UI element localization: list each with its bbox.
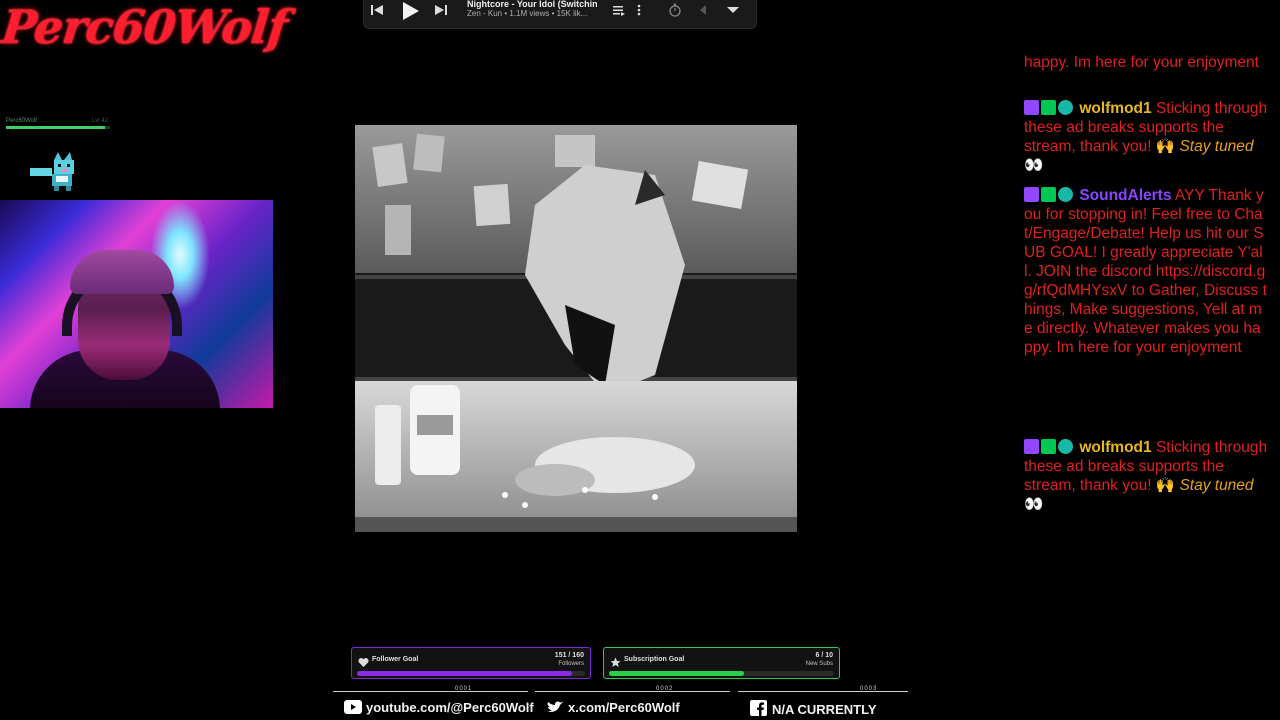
chat-panel: happy. Im here for your enjoyment wolfmo… — [1024, 55, 1269, 535]
eyes-emoji: 👀 — [1024, 496, 1044, 513]
twitch-badge-icon — [1024, 439, 1039, 454]
heart-icon — [358, 655, 369, 667]
facebook-icon — [750, 700, 768, 716]
mini-status-fill — [6, 126, 105, 129]
bot-badge-icon — [1058, 100, 1073, 115]
pixel-wolf-icon — [28, 150, 76, 192]
chat-emote: Stay tuned — [1179, 477, 1254, 494]
subscription-goal-track — [609, 671, 834, 676]
mini-status-level: Lvl 42 — [92, 118, 109, 124]
facebook-link[interactable]: N/A CURRENTLY — [750, 700, 877, 717]
chat-message-text: happy. Im here for your enjoyment — [1024, 55, 1259, 71]
follower-goal-title: Follower Goal — [372, 656, 419, 663]
eyes-emoji: 👀 — [1024, 157, 1044, 174]
twitch-badge-icon — [1024, 100, 1039, 115]
twitter-link[interactable]: x.com/Perc60Wolf — [546, 700, 680, 715]
chat-message: wolfmod1 Sticking through these ad break… — [1024, 99, 1269, 175]
subscription-goal-unit: New Subs — [805, 661, 833, 667]
subscription-goal-fill — [609, 671, 744, 676]
webcam-feed — [0, 200, 273, 408]
subscription-goal-count: 6 / 10 — [815, 652, 833, 659]
follower-goal-track — [357, 671, 585, 676]
verified-badge-icon — [1041, 100, 1056, 115]
follower-goal-fill — [357, 671, 573, 676]
media-title: Nightcore - Your Idol (Switchin... — [467, 0, 597, 9]
verified-badge-icon — [1041, 187, 1056, 202]
follower-goal-widget: Follower Goal 151 / 160 Followers — [351, 647, 591, 679]
follower-goal-unit: Followers — [558, 661, 584, 667]
chat-emote: Stay tuned — [1179, 138, 1254, 155]
back-icon[interactable] — [698, 1, 708, 22]
segment-number: 0003 — [860, 686, 878, 692]
bot-badge-icon — [1058, 187, 1073, 202]
chat-message: wolfmod1 Sticking through these ad break… — [1024, 438, 1269, 514]
social-divider — [738, 691, 908, 692]
youtube-handle: youtube.com/@Perc60Wolf — [366, 700, 534, 715]
twitter-bird-icon — [546, 700, 564, 714]
playlist-icon[interactable] — [612, 1, 626, 22]
previous-icon[interactable] — [370, 1, 384, 22]
subscription-goal-title: Subscription Goal — [624, 656, 685, 663]
twitch-badge-icon — [1024, 187, 1039, 202]
media-subtitle: Zen - Kun • 1.1M views • 15K lik... — [467, 9, 588, 18]
segment-number: 0002 — [656, 686, 674, 692]
chat-username[interactable]: wolfmod1 — [1079, 439, 1151, 456]
wolf-artwork — [355, 125, 797, 532]
youtube-icon — [344, 700, 362, 714]
chat-message: SoundAlerts AYY Thank you for stopping i… — [1024, 186, 1269, 357]
bot-badge-icon — [1058, 439, 1073, 454]
mini-status-bar — [6, 126, 110, 129]
facebook-status: N/A CURRENTLY — [772, 702, 877, 717]
channel-logo: Perc60Wolf — [0, 0, 290, 54]
social-divider — [333, 691, 528, 692]
chat-username[interactable]: wolfmod1 — [1079, 100, 1151, 117]
chat-message: happy. Im here for your enjoyment — [1024, 55, 1269, 91]
twitter-handle: x.com/Perc60Wolf — [568, 700, 680, 715]
play-icon[interactable] — [400, 1, 420, 24]
webcam-streamer-cap — [70, 250, 174, 294]
star-icon — [610, 655, 621, 667]
media-control-bar: Nightcore - Your Idol (Switchin... Zen -… — [363, 0, 757, 29]
follower-goal-count: 151 / 160 — [554, 652, 584, 659]
timer-icon[interactable] — [668, 1, 682, 22]
subscription-goal-widget: Subscription Goal 6 / 10 New Subs — [603, 647, 840, 679]
social-divider — [535, 691, 730, 692]
segment-number: 0001 — [455, 686, 473, 692]
youtube-link[interactable]: youtube.com/@Perc60Wolf — [344, 700, 534, 715]
verified-badge-icon — [1041, 439, 1056, 454]
chat-username[interactable]: SoundAlerts — [1079, 187, 1171, 204]
dropdown-icon[interactable] — [726, 1, 740, 22]
chat-message-text: AYY Thank you for stopping in! Feel free… — [1024, 187, 1267, 356]
mini-status-name: Perc60Wolf — [6, 118, 37, 124]
next-icon[interactable] — [434, 1, 448, 22]
more-icon[interactable] — [636, 1, 642, 22]
